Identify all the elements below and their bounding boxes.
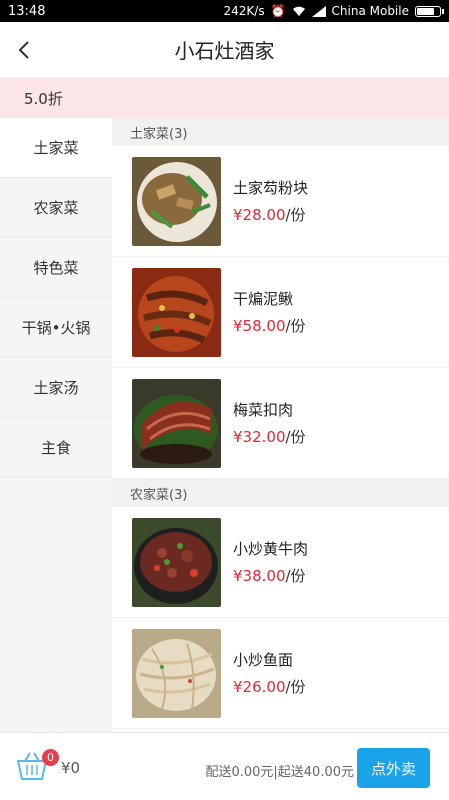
chevron-left-icon — [18, 41, 29, 59]
sidebar-item-tujiacai[interactable]: 土家菜 — [0, 118, 112, 178]
sidebar-item-label: 干锅•火锅 — [21, 319, 91, 337]
bottom-bar: 0 ¥0 配送0.00元|起送40.00元 点外卖 — [0, 732, 449, 800]
sidebar-item-label: 农家菜 — [33, 199, 79, 217]
back-button[interactable] — [10, 36, 38, 64]
sidebar-item-tujiatang[interactable]: 土家汤 — [0, 358, 112, 418]
sidebar-item-label: 土家菜 — [33, 139, 79, 157]
dish-name: 土家芶粉块 — [233, 179, 309, 197]
dish-list[interactable]: 土家菜(3) 土家芶粉块 ¥28.00/份 干煸泥鳅 ¥58.00/份 梅菜扣肉… — [112, 118, 449, 732]
dish-price: ¥32.00/份 — [233, 426, 306, 447]
nav-bar: 小石灶酒家 — [0, 22, 449, 78]
price-unit: /份 — [285, 567, 306, 585]
sidebar-item-label: 主食 — [40, 439, 71, 457]
wifi-icon — [292, 6, 305, 16]
alarm-icon: ⏰ — [270, 4, 286, 18]
dish-name: 干煸泥鳅 — [233, 290, 294, 308]
price-unit: /份 — [285, 317, 306, 335]
dish-item[interactable]: 小炒鱼面 ¥26.00/份 — [112, 618, 449, 729]
battery-icon — [415, 5, 444, 17]
sidebar-item-label: 特色菜 — [33, 259, 79, 277]
sidebar-item-nongjiacai[interactable]: 农家菜 — [0, 178, 112, 238]
section-header-label: 农家菜(3) — [130, 487, 188, 503]
status-right: 242K/s ⏰ China Mobile — [223, 4, 444, 18]
dish-image-stir-fried-starch-blocks — [132, 156, 221, 246]
section-header-label: 土家菜(3) — [130, 126, 188, 142]
dish-image-braised-pork-with-preserved-vegetable — [132, 378, 221, 468]
sidebar-item-label: 土家汤 — [33, 379, 79, 397]
order-delivery-button[interactable]: 点外卖 — [357, 748, 430, 788]
price-unit: /份 — [285, 678, 306, 696]
sidebar-item-ganguo-huoguo[interactable]: 干锅•火锅 — [0, 298, 112, 358]
price-value: ¥58.00 — [233, 317, 286, 335]
dish-image-stir-fried-fish-noodles — [132, 628, 221, 718]
dish-price: ¥58.00/份 — [233, 315, 306, 336]
dish-image-dry-fried-loach — [132, 267, 221, 357]
dish-item[interactable]: 干煸泥鳅 ¥58.00/份 — [112, 257, 449, 368]
status-bar: 13:48 242K/s ⏰ China Mobile — [0, 0, 449, 22]
cart-total: ¥0 — [61, 759, 81, 777]
dish-item[interactable]: 梅菜扣肉 ¥32.00/份 — [112, 368, 449, 479]
price-value: ¥26.00 — [233, 678, 286, 696]
section-header: 土家菜(3) — [112, 118, 449, 146]
section-header: 农家菜(3) — [112, 479, 449, 507]
dish-item[interactable]: 土家芶粉块 ¥28.00/份 — [112, 146, 449, 257]
category-sidebar: 土家菜 农家菜 特色菜 干锅•火锅 土家汤 主食 — [0, 118, 112, 732]
price-value: ¥38.00 — [233, 567, 286, 585]
dish-name: 梅菜扣肉 — [233, 401, 294, 419]
price-unit: /份 — [285, 428, 306, 446]
signal-icon — [311, 5, 326, 17]
dish-price: ¥38.00/份 — [233, 565, 308, 586]
discount-banner: 5.0折 — [0, 78, 449, 118]
dish-image-stir-fried-beef — [132, 517, 221, 607]
cart-count-badge: 0 — [42, 749, 59, 766]
page-title: 小石灶酒家 — [174, 39, 275, 63]
delivery-info: 配送0.00元|起送40.00元 — [205, 765, 354, 780]
dish-item[interactable]: 小炒黄牛肉 ¥38.00/份 — [112, 507, 449, 618]
dish-price: ¥26.00/份 — [233, 676, 306, 697]
status-time: 13:48 — [8, 3, 46, 19]
dish-price: ¥28.00/份 — [233, 204, 308, 225]
discount-label: 5.0折 — [24, 89, 63, 108]
price-value: ¥28.00 — [233, 206, 286, 224]
sidebar-item-tesecai[interactable]: 特色菜 — [0, 238, 112, 298]
battery-level — [417, 7, 434, 15]
price-unit: /份 — [285, 206, 306, 224]
dish-name: 小炒鱼面 — [233, 651, 294, 669]
dish-name: 小炒黄牛肉 — [233, 540, 309, 558]
sidebar-item-zhushi[interactable]: 主食 — [0, 418, 112, 478]
network-speed: 242K/s — [223, 4, 265, 18]
price-value: ¥32.00 — [233, 428, 286, 446]
carrier-name: China Mobile — [331, 4, 409, 18]
